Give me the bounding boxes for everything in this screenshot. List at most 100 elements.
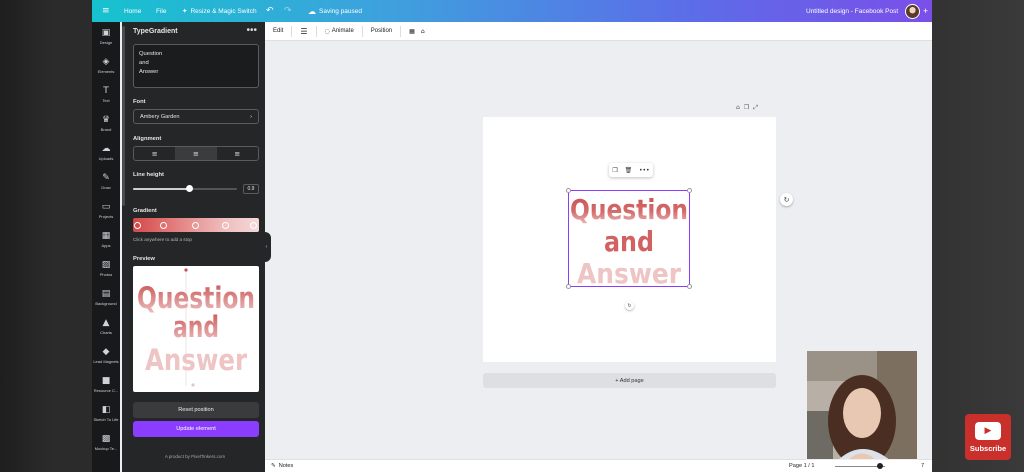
rail-item-charts[interactable]: ▲ Charts — [92, 312, 120, 341]
lead-magnets-icon: ◆ — [102, 347, 110, 357]
align-left-icon: ≡ — [151, 149, 158, 158]
rail-item-apps[interactable]: ▦ Apps — [92, 225, 120, 254]
gradient-stop[interactable] — [222, 221, 229, 229]
font-select[interactable]: Ambery Garden › — [133, 109, 259, 124]
mockup-icon: ▩ — [101, 434, 111, 444]
alignment-label: Alignment — [133, 136, 162, 142]
gradient-bar[interactable] — [133, 218, 259, 232]
hamburger-icon: ≡ — [102, 6, 110, 16]
rail-item-uploads[interactable]: ☁ Uploads — [92, 138, 120, 167]
resource-icon: ■ — [101, 376, 111, 386]
elements-icon: ◈ — [102, 57, 110, 67]
checkerboard-icon: ▦ — [409, 27, 415, 35]
add-page-button[interactable]: + Add page — [483, 373, 776, 388]
webcam-overlay — [806, 350, 918, 460]
rail-item-projects[interactable]: ▭ Projects — [92, 196, 120, 225]
rail-item-label: Apps — [101, 243, 111, 248]
gradient-stop[interactable] — [160, 221, 167, 229]
file-menu[interactable]: File — [156, 0, 166, 22]
lock-page-icon[interactable]: ⌂ — [736, 104, 740, 112]
resize-handle[interactable] — [566, 284, 571, 289]
resize-button[interactable]: ✦ Resize & Magic Switch — [182, 0, 257, 22]
top-bar: ≡ Home File ✦ Resize & Magic Switch ↶ ↷ … — [92, 0, 932, 22]
preview-line: and — [173, 310, 219, 344]
rail-item-brand[interactable]: ♛ Brand — [92, 109, 120, 138]
gradient-stop[interactable] — [250, 221, 257, 229]
rail-item-resource[interactable]: ■ Resource C... — [92, 370, 120, 399]
reset-position-button[interactable]: Reset position — [133, 402, 259, 418]
align-center-button[interactable]: ≡ — [175, 147, 217, 160]
update-element-button[interactable]: Update element — [133, 421, 259, 437]
resize-handle[interactable] — [687, 188, 692, 193]
home-link[interactable]: Home — [124, 0, 141, 22]
page-indicator[interactable]: Page 1 / 1 — [789, 463, 815, 469]
photos-icon: ▨ — [101, 260, 111, 270]
position-button[interactable]: Position — [369, 28, 394, 34]
duplicate-page-icon[interactable]: ❐ — [744, 104, 749, 112]
collapse-panel-button[interactable]: ‹ — [262, 232, 271, 262]
lines-icon: ☰ — [300, 26, 308, 36]
rotate-handle[interactable]: ↻ — [625, 301, 634, 310]
rail-item-text[interactable]: T Text — [92, 80, 120, 109]
design-title[interactable]: Untitled design - Facebook Post — [806, 0, 898, 22]
youtube-icon: ▶ — [975, 421, 1001, 440]
rotate-icon: ↻ — [627, 302, 632, 309]
divider — [291, 25, 293, 37]
animate-button[interactable]: ◌ Animate — [323, 28, 356, 35]
more-icon[interactable]: ••• — [639, 167, 650, 174]
line-style-button[interactable]: ☰ — [298, 27, 309, 36]
redo-button[interactable]: ↷ — [284, 0, 292, 22]
rail-item-mockup[interactable]: ▩ Mockup Te... — [92, 428, 120, 457]
line-height-slider[interactable] — [133, 185, 237, 192]
rail-item-design[interactable]: ▣ Design — [92, 22, 120, 51]
gradient-stop[interactable] — [192, 221, 199, 229]
gradient-label: Gradient — [133, 208, 157, 214]
user-avatar[interactable] — [905, 0, 920, 22]
rail-item-photos[interactable]: ▨ Photos — [92, 254, 120, 283]
edit-button[interactable]: Edit — [271, 28, 285, 34]
copy-icon[interactable]: ❐ — [612, 167, 617, 174]
text-input[interactable]: Question and Answer — [133, 44, 259, 88]
trash-icon[interactable]: 🗑 — [625, 167, 633, 174]
resize-handle[interactable] — [687, 284, 692, 289]
rail-item-sketch[interactable]: ◧ Sketch To Life — [92, 399, 120, 428]
transparency-button[interactable]: ▦ — [407, 28, 417, 35]
canvas-toolbar: Edit ☰ ◌ Animate Position ▦ ⌂ — [265, 22, 932, 41]
regenerate-button[interactable]: ↻ — [780, 193, 793, 206]
projects-icon: ▭ — [101, 202, 111, 212]
undo-button[interactable]: ↶ — [266, 0, 274, 22]
notes-button[interactable]: Notes — [279, 463, 294, 469]
design-icon: ▣ — [101, 28, 111, 38]
menu-button[interactable]: ≡ — [102, 0, 110, 22]
font-label: Font — [133, 99, 146, 105]
zoom-value[interactable]: 7 — [921, 463, 924, 469]
add-button[interactable]: + — [923, 0, 928, 22]
resize-handle[interactable] — [566, 188, 571, 193]
subscribe-button[interactable]: ▶ Subscribe — [965, 414, 1011, 460]
rail-item-background[interactable]: ▤ Background — [92, 283, 120, 312]
divider — [315, 25, 317, 37]
redo-icon: ↷ — [284, 6, 292, 16]
expand-page-icon[interactable]: ⤢ — [753, 104, 758, 112]
line-height-value[interactable]: 0.9 — [243, 184, 259, 194]
notes-icon[interactable]: ✎ — [271, 463, 276, 469]
lock-button[interactable]: ⌂ — [419, 28, 427, 35]
more-options-icon[interactable]: ••• — [246, 25, 257, 36]
rail-item-lead-magnets[interactable]: ◆ Lead Magnets — [92, 341, 120, 370]
slider-thumb[interactable] — [186, 185, 193, 192]
align-right-button[interactable]: ≡ — [217, 147, 258, 160]
animate-icon: ◌ — [324, 27, 330, 35]
rail-item-elements[interactable]: ◈ Elements — [92, 51, 120, 80]
selection-box[interactable] — [566, 188, 692, 289]
magic-icon: ✦ — [182, 8, 188, 15]
zoom-thumb[interactable] — [877, 463, 883, 469]
chevron-right-icon: › — [250, 113, 252, 120]
align-center-icon: ≡ — [193, 149, 199, 158]
gradient-stop[interactable] — [134, 221, 141, 229]
rail-item-draw[interactable]: ✎ Draw — [92, 167, 120, 196]
uploads-icon: ☁ — [101, 144, 111, 154]
rail-item-label: Lead Magnets — [93, 359, 119, 364]
divider — [400, 25, 402, 37]
align-left-button[interactable]: ≡ — [134, 147, 175, 160]
panel-title: TypeGradient — [133, 28, 178, 35]
